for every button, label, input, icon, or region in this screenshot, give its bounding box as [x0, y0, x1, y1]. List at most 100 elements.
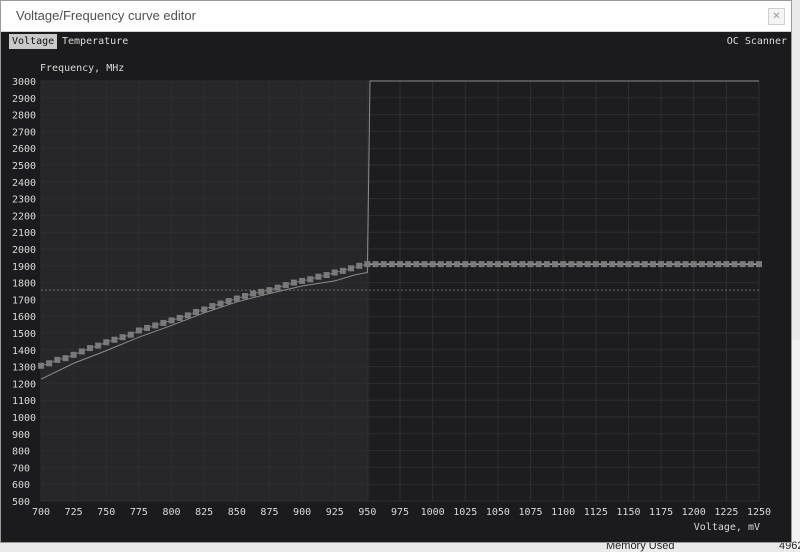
curve-point[interactable] — [233, 295, 240, 302]
curve-point[interactable] — [397, 261, 403, 268]
curve-point[interactable] — [250, 290, 257, 297]
curve-point[interactable] — [690, 261, 697, 268]
curve-point[interactable] — [266, 287, 273, 294]
curve-point[interactable] — [258, 288, 265, 295]
curve-point[interactable] — [241, 293, 248, 300]
curve-point[interactable] — [519, 261, 526, 268]
curve-point[interactable] — [323, 272, 330, 279]
curve-point[interactable] — [217, 300, 224, 307]
curve-point[interactable] — [437, 261, 444, 268]
curve-point[interactable] — [331, 269, 338, 276]
curve-point[interactable] — [339, 267, 346, 274]
curve-point[interactable] — [756, 261, 762, 268]
y-tick-label: 500 — [12, 497, 30, 508]
curve-point[interactable] — [560, 261, 567, 268]
curve-point[interactable] — [111, 336, 118, 343]
y-tick-label: 1100 — [12, 396, 36, 407]
curve-point[interactable] — [535, 261, 542, 268]
curve-point[interactable] — [658, 261, 665, 268]
curve-point[interactable] — [454, 261, 461, 268]
curve-point[interactable] — [641, 261, 648, 268]
curve-point[interactable] — [38, 362, 44, 369]
curve-point[interactable] — [348, 265, 355, 272]
curve-point[interactable] — [70, 351, 77, 358]
y-tick-label: 3000 — [12, 77, 36, 88]
x-tick-label: 1250 — [747, 507, 771, 518]
curve-point[interactable] — [152, 322, 159, 329]
curve-point[interactable] — [649, 261, 656, 268]
curve-point[interactable] — [46, 360, 53, 367]
curve-point[interactable] — [421, 261, 428, 268]
curve-point[interactable] — [494, 261, 501, 268]
curve-point[interactable] — [576, 261, 583, 268]
curve-point[interactable] — [364, 261, 371, 268]
curve-point[interactable] — [462, 261, 469, 268]
curve-point[interactable] — [144, 324, 151, 331]
curve-point[interactable] — [666, 261, 673, 268]
curve-point[interactable] — [135, 327, 142, 334]
curve-point[interactable] — [86, 345, 93, 352]
curve-point[interactable] — [127, 331, 134, 338]
curve-point[interactable] — [739, 261, 746, 268]
y-tick-label: 2300 — [12, 195, 36, 206]
curve-point[interactable] — [290, 279, 297, 286]
curve-point[interactable] — [682, 261, 689, 268]
curve-point[interactable] — [470, 261, 477, 268]
curve-point[interactable] — [95, 342, 102, 349]
curve-point[interactable] — [584, 261, 591, 268]
curve-point[interactable] — [103, 339, 110, 346]
curve-point[interactable] — [445, 261, 452, 268]
curve-point[interactable] — [625, 261, 632, 268]
curve-point[interactable] — [168, 317, 175, 324]
curve-point[interactable] — [372, 261, 379, 268]
curve-point[interactable] — [274, 284, 281, 291]
curve-point[interactable] — [592, 261, 599, 268]
x-tick-label: 1075 — [518, 507, 542, 518]
curve-point[interactable] — [568, 261, 575, 268]
curve-point[interactable] — [723, 261, 730, 268]
x-tick-label: 1050 — [486, 507, 510, 518]
curve-point[interactable] — [511, 261, 518, 268]
curve-point[interactable] — [715, 261, 722, 268]
curve-point[interactable] — [633, 261, 640, 268]
curve-point[interactable] — [119, 334, 126, 341]
x-tick-label: 725 — [65, 507, 83, 518]
curve-point[interactable] — [380, 261, 387, 268]
curve-point[interactable] — [527, 261, 534, 268]
curve-point[interactable] — [747, 261, 754, 268]
curve-point[interactable] — [388, 261, 395, 268]
curve-point[interactable] — [429, 261, 436, 268]
curve-point[interactable] — [698, 261, 705, 268]
y-tick-label: 2000 — [12, 245, 36, 256]
curve-point[interactable] — [478, 261, 485, 268]
curve-point[interactable] — [54, 356, 61, 363]
curve-point[interactable] — [78, 348, 85, 355]
curve-point[interactable] — [62, 355, 69, 362]
curve-point[interactable] — [609, 261, 616, 268]
curve-point[interactable] — [193, 309, 200, 315]
curve-point[interactable] — [160, 319, 167, 326]
curve-point[interactable] — [503, 261, 510, 268]
curve-point[interactable] — [674, 261, 681, 268]
x-tick-label: 700 — [32, 507, 50, 518]
curve-point[interactable] — [176, 314, 183, 321]
curve-point[interactable] — [307, 276, 314, 283]
curve-point[interactable] — [299, 277, 306, 284]
curve-point[interactable] — [225, 298, 232, 305]
curve-point[interactable] — [184, 312, 191, 319]
curve-point[interactable] — [486, 261, 493, 268]
curve-point[interactable] — [731, 261, 738, 268]
curve-point[interactable] — [201, 306, 208, 313]
curve-point[interactable] — [600, 261, 607, 268]
vf-curve-chart[interactable]: 500 600 700 800 900 1000 1100 1200 1300 1400 1500 1… — [0, 0, 800, 550]
curve-point[interactable] — [282, 282, 289, 289]
curve-point[interactable] — [209, 303, 216, 310]
curve-point[interactable] — [707, 261, 714, 268]
curve-point[interactable] — [315, 273, 322, 280]
curve-point[interactable] — [552, 261, 559, 268]
curve-point[interactable] — [617, 261, 624, 268]
curve-point[interactable] — [543, 261, 550, 268]
curve-point[interactable] — [405, 261, 412, 268]
curve-point[interactable] — [356, 262, 363, 269]
curve-point[interactable] — [413, 261, 420, 268]
